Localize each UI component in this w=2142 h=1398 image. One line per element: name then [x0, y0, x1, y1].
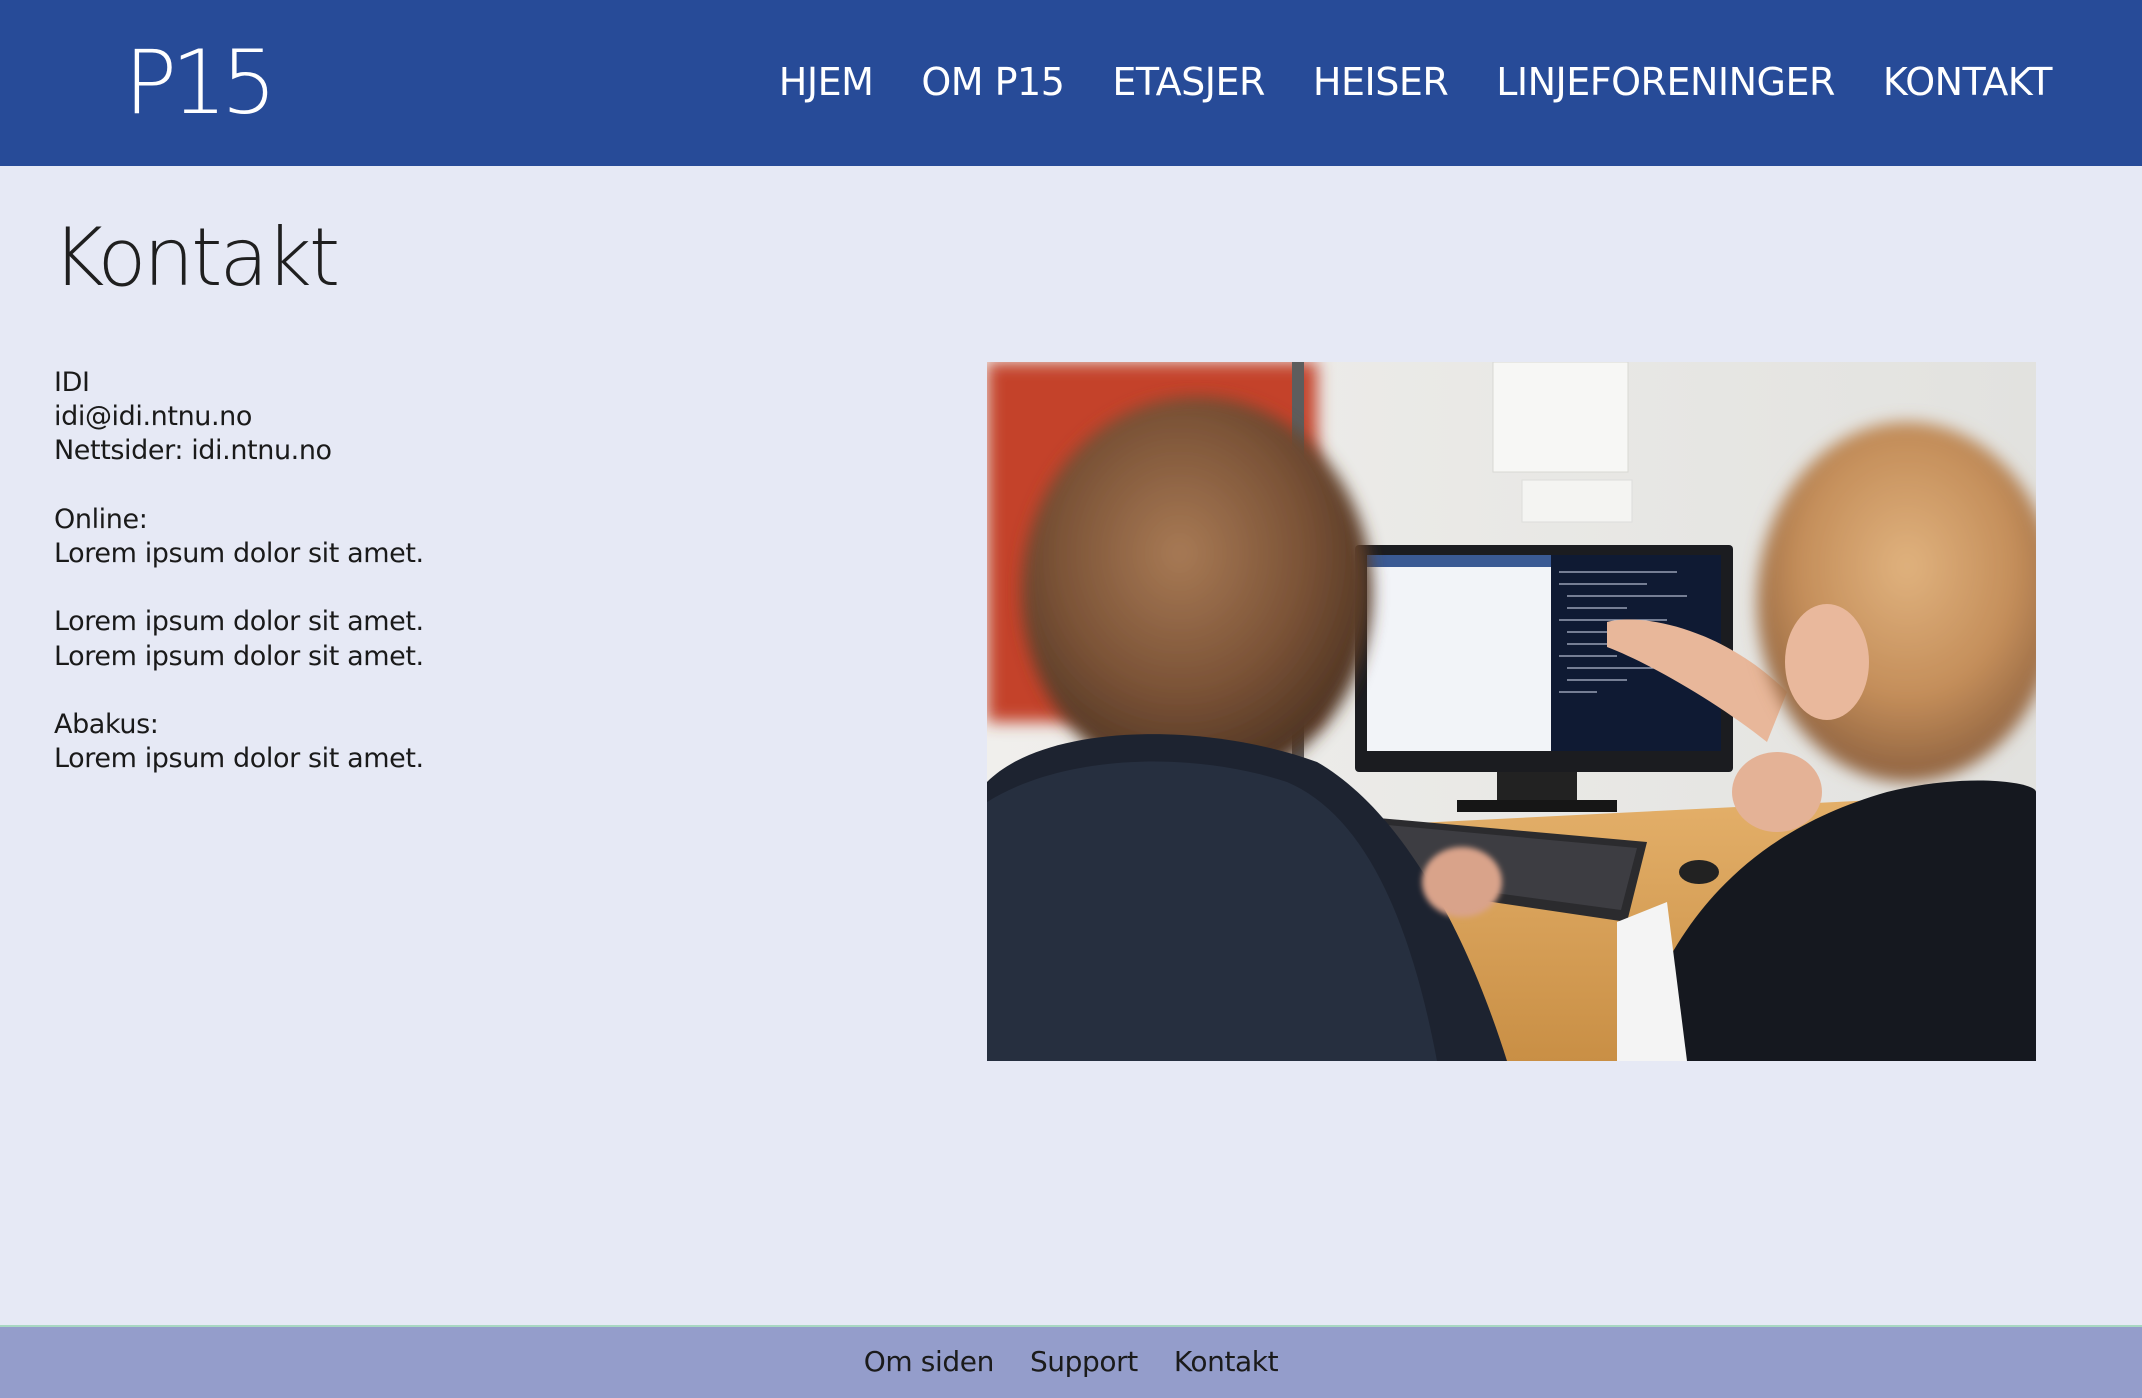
- nav-item-linjeforeninger[interactable]: LINJEFORENINGER: [1496, 56, 1835, 108]
- site-footer: Om siden Support Kontakt: [0, 1325, 2142, 1398]
- page-title: Kontakt: [52, 211, 340, 304]
- contact-email-idi[interactable]: idi@idi.ntnu.no: [54, 400, 424, 434]
- contact-org-abakus: Abakus:: [54, 708, 159, 740]
- site-header: P15 HJEM OM P15 ETASJER HEISER LINJEFORE…: [0, 0, 2142, 166]
- contact-text-online: Lorem ipsum dolor sit amet.: [54, 538, 424, 569]
- photo-two-people-at-computer-icon: [987, 362, 2036, 1061]
- contact-text: Lorem ipsum dolor sit amet.: [54, 606, 424, 638]
- contact-photo: [987, 362, 2036, 1061]
- contact-text: Lorem ipsum dolor sit amet.: [54, 640, 424, 672]
- contact-org-idi: IDI: [54, 367, 90, 398]
- contact-text-abakus: Lorem ipsum dolor sit amet.: [54, 743, 424, 775]
- site-logo[interactable]: P15: [124, 28, 277, 138]
- footer-nav: Om siden Support Kontakt: [0, 1345, 2142, 1379]
- contact-website-idi[interactable]: Nettsider: idi.ntnu.no: [54, 434, 424, 468]
- nav-item-om-p15[interactable]: OM P15: [921, 56, 1065, 108]
- footer-link-support[interactable]: Support: [1030, 1345, 1138, 1379]
- nav-item-heiser[interactable]: HEISER: [1313, 56, 1449, 108]
- contact-org-online: Online:: [54, 503, 148, 535]
- nav-item-hjem[interactable]: HJEM: [779, 56, 874, 108]
- nav-item-etasjer[interactable]: ETASJER: [1112, 56, 1265, 108]
- contact-info: IDI idi@idi.ntnu.no Nettsider: idi.ntnu.…: [54, 366, 424, 776]
- nav-item-kontakt[interactable]: KONTAKT: [1883, 56, 2053, 108]
- footer-link-om-siden[interactable]: Om siden: [864, 1345, 995, 1379]
- main-nav: HJEM OM P15 ETASJER HEISER LINJEFORENING…: [731, 56, 2053, 108]
- footer-link-kontakt[interactable]: Kontakt: [1174, 1345, 1279, 1379]
